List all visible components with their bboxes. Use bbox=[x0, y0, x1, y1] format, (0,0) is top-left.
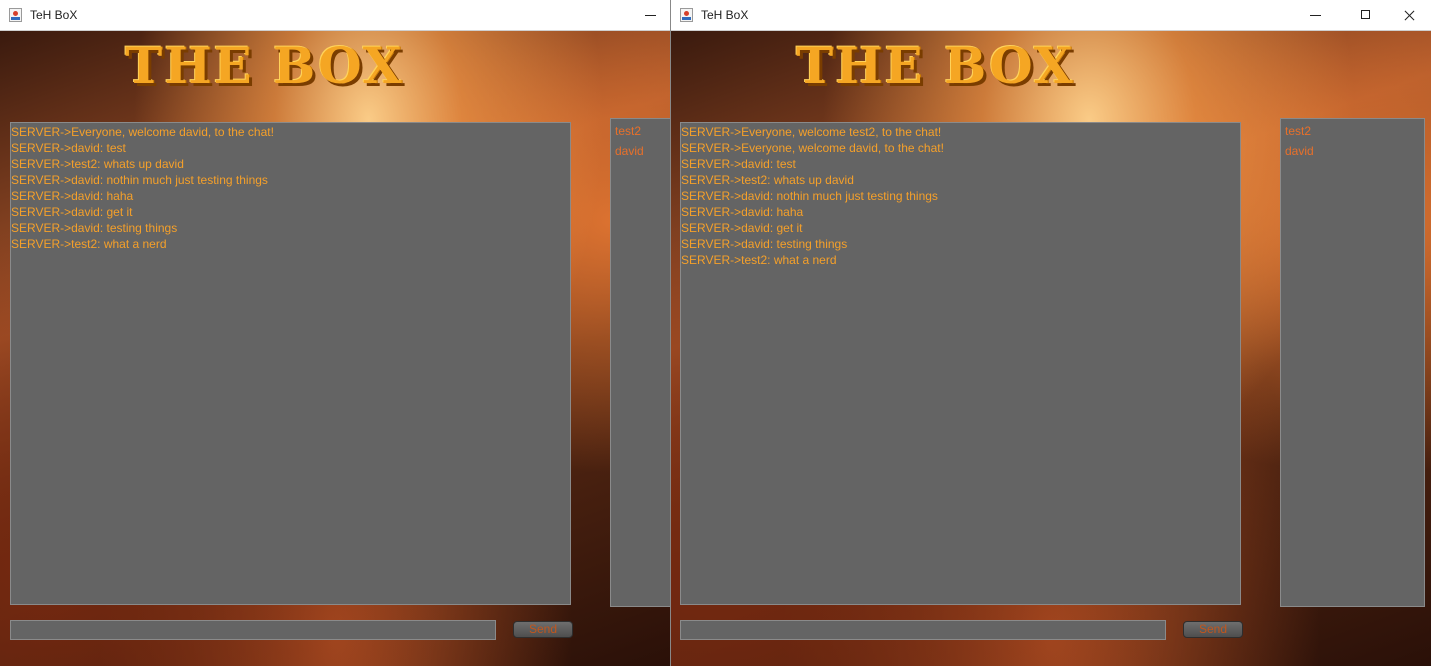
user-list-item[interactable]: test2 bbox=[1281, 121, 1424, 141]
window-title: TeH BoX bbox=[30, 8, 78, 22]
java-app-icon bbox=[9, 8, 22, 22]
chat-message: SERVER->david: haha bbox=[681, 205, 804, 219]
chat-log[interactable]: SERVER->Everyone, welcome david, to the … bbox=[10, 122, 571, 605]
chat-message: SERVER->david: nothin much just testing … bbox=[681, 189, 938, 203]
user-list-item[interactable]: david bbox=[1281, 141, 1424, 161]
chat-message: SERVER->david: testing things bbox=[681, 237, 848, 251]
chat-message: SERVER->Everyone, welcome david, to the … bbox=[681, 141, 944, 155]
send-button[interactable]: Send bbox=[513, 621, 573, 638]
logo-text: THE BOX bbox=[125, 36, 404, 95]
chat-message: SERVER->david: test bbox=[11, 141, 126, 155]
chat-message: SERVER->Everyone, welcome david, to the … bbox=[11, 125, 274, 139]
chat-log[interactable]: SERVER->Everyone, welcome test2, to the … bbox=[680, 122, 1241, 605]
chat-message: SERVER->david: test bbox=[681, 157, 796, 171]
chat-message: SERVER->david: get it bbox=[11, 205, 133, 219]
chat-message: SERVER->test2: what a nerd bbox=[11, 237, 167, 251]
minimize-icon[interactable] bbox=[628, 0, 670, 31]
message-input[interactable] bbox=[10, 620, 496, 640]
send-button[interactable]: Send bbox=[1183, 621, 1243, 638]
user-list[interactable]: test2 david bbox=[1280, 118, 1425, 607]
user-list[interactable]: test2 david bbox=[610, 118, 670, 607]
logo-text: THE BOX bbox=[796, 36, 1075, 95]
title-bar[interactable]: TeH BoX bbox=[671, 0, 1431, 31]
chat-message: SERVER->david: get it bbox=[681, 221, 803, 235]
chat-message: SERVER->david: nothin much just testing … bbox=[11, 173, 268, 187]
title-bar[interactable]: TeH BoX bbox=[0, 0, 670, 31]
chat-window-left: TeH BoX THE BOX SERVER->Everyone, welcom… bbox=[0, 0, 670, 666]
message-input[interactable] bbox=[680, 620, 1166, 640]
chat-message: SERVER->david: haha bbox=[11, 189, 134, 203]
chat-window-right: TeH BoX THE BOX SERVER->Everyone, welcom… bbox=[670, 0, 1431, 666]
window-title: TeH BoX bbox=[701, 8, 749, 22]
chat-message: SERVER->test2: whats up david bbox=[681, 173, 854, 187]
minimize-icon[interactable] bbox=[1293, 0, 1339, 31]
chat-message: SERVER->test2: what a nerd bbox=[681, 253, 837, 267]
user-list-item[interactable]: david bbox=[611, 141, 670, 161]
chat-message: SERVER->david: testing things bbox=[11, 221, 178, 235]
maximize-icon[interactable] bbox=[1343, 0, 1389, 31]
java-app-icon bbox=[680, 8, 693, 22]
user-list-item[interactable]: test2 bbox=[611, 121, 670, 141]
logo: THE BOX bbox=[125, 36, 430, 98]
close-icon[interactable] bbox=[1386, 0, 1431, 31]
logo: THE BOX bbox=[796, 36, 1101, 98]
chat-message: SERVER->test2: whats up david bbox=[11, 157, 184, 171]
chat-message: SERVER->Everyone, welcome test2, to the … bbox=[681, 125, 942, 139]
